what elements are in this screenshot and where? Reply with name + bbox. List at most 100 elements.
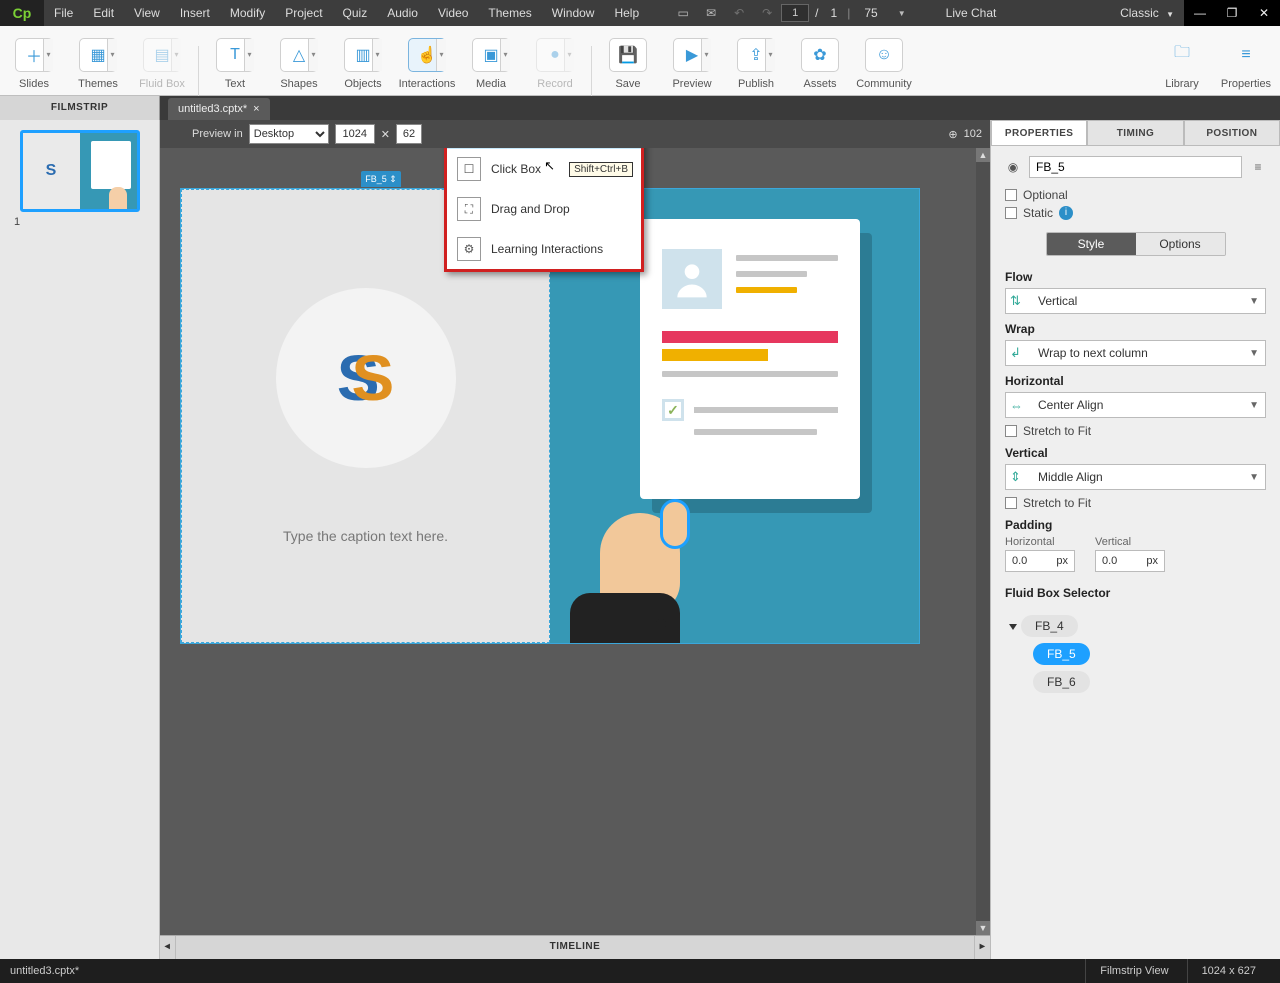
save-button[interactable]: 💾Save <box>596 26 660 96</box>
library-button[interactable]: 🗀Library <box>1150 26 1214 96</box>
zoom-dropdown-icon[interactable]: ▼ <box>888 9 916 18</box>
dropdown-item-label: Learning Interactions <box>491 242 603 256</box>
object-name-input[interactable] <box>1029 156 1242 178</box>
menu-audio[interactable]: Audio <box>377 0 428 26</box>
tab-close-icon[interactable]: × <box>253 103 259 115</box>
menu-modify[interactable]: Modify <box>220 0 275 26</box>
community-button[interactable]: ☺ Community <box>852 26 916 96</box>
fluidbox-button[interactable]: ▤▾Fluid Box <box>130 26 194 96</box>
zoom-value[interactable]: 75 <box>854 0 887 26</box>
canvas-width-input[interactable] <box>335 124 375 144</box>
assets-button[interactable]: ✿Assets <box>788 26 852 96</box>
community-label: Community <box>856 78 912 90</box>
properties-button[interactable]: ≡Properties <box>1214 26 1278 96</box>
fb-node-fb6[interactable]: FB_6 <box>1033 671 1090 693</box>
filmstrip-header: FILMSTRIP <box>0 96 160 120</box>
ruler-indicator-icon: ⊕ <box>948 128 957 141</box>
tab-properties[interactable]: PROPERTIES <box>991 120 1087 146</box>
preview-mode-select[interactable]: Desktop <box>249 124 329 144</box>
undo-icon[interactable]: ↶ <box>725 6 753 20</box>
themes-button[interactable]: ▦▾Themes <box>66 26 130 96</box>
interactions-button[interactable]: ☝▾Interactions <box>395 26 459 96</box>
library-icon: 🗀 <box>1163 38 1201 72</box>
publish-label: Publish <box>738 78 774 90</box>
window-close-icon[interactable]: ✕ <box>1248 0 1280 26</box>
dropdown-item-label: Drag and Drop <box>491 202 570 216</box>
flow-select[interactable]: ⇅Vertical▼ <box>1005 288 1266 314</box>
menu-edit[interactable]: Edit <box>83 0 124 26</box>
tree-expand-icon[interactable] <box>1009 624 1017 630</box>
panel-menu-icon[interactable]: ≡ <box>1250 160 1266 174</box>
menu-help[interactable]: Help <box>604 0 649 26</box>
fb-node-fb5[interactable]: FB_5 <box>1033 643 1090 665</box>
pad-v-label: Vertical <box>1095 536 1165 548</box>
scroll-left-icon[interactable]: ◂ <box>160 936 176 959</box>
dropdown-item-learning[interactable]: ⚙Learning Interactions <box>447 229 641 269</box>
page-total: 1 <box>825 0 844 26</box>
slides-button[interactable]: ＋▾Slides <box>2 26 66 96</box>
dropdown-item-clickbox[interactable]: ☐Click BoxShift+Ctrl+B <box>447 149 641 189</box>
menu-insert[interactable]: Insert <box>170 0 220 26</box>
tab-position[interactable]: POSITION <box>1184 120 1280 146</box>
themes-icon: ▦▾ <box>79 38 117 72</box>
text-label: Text <box>225 78 245 90</box>
interactions-dropdown: BButton☐Click BoxShift+Ctrl+B⛶Drag and D… <box>444 148 644 272</box>
menu-video[interactable]: Video <box>428 0 478 26</box>
menu-view[interactable]: View <box>124 0 170 26</box>
menu-window[interactable]: Window <box>542 0 605 26</box>
media-button[interactable]: ▣▾Media <box>459 26 523 96</box>
horizontal-select[interactable]: ⇔Center Align▼ <box>1005 392 1266 418</box>
stretch-h-checkbox[interactable]: Stretch to Fit <box>1005 424 1266 438</box>
slide-number: 1 <box>14 216 153 228</box>
info-icon[interactable]: i <box>1059 206 1073 220</box>
objects-button[interactable]: ▥▾Objects <box>331 26 395 96</box>
wrap-select[interactable]: ↲Wrap to next column▼ <box>1005 340 1266 366</box>
canvas-height-input[interactable] <box>396 124 422 144</box>
fluidbox-badge[interactable]: FB_5 ⇕ <box>361 171 401 187</box>
media-label: Media <box>476 78 506 90</box>
workspace-selector[interactable]: Classic ▼ <box>1110 0 1184 26</box>
align-middle-icon: ⇕ <box>1010 469 1032 485</box>
shapes-button[interactable]: △▾Shapes <box>267 26 331 96</box>
document-tab[interactable]: untitled3.cptx* × <box>168 98 270 120</box>
publish-button[interactable]: ⇪▾Publish <box>724 26 788 96</box>
draganddrop-icon: ⛶ <box>457 197 481 221</box>
slide-thumbnail-1[interactable]: S <box>20 130 140 212</box>
recent-icon[interactable]: ▭ <box>669 6 697 20</box>
vertical-scrollbar[interactable]: ▲ ▼ <box>976 148 990 935</box>
menu-quiz[interactable]: Quiz <box>333 0 378 26</box>
optional-checkbox[interactable]: Optional <box>1005 188 1266 202</box>
properties-label: Properties <box>1221 78 1271 90</box>
fb-node-fb4[interactable]: FB_4 <box>1021 615 1078 637</box>
window-maximize-icon[interactable]: ❐ <box>1216 0 1248 26</box>
static-checkbox[interactable]: Statici <box>1005 206 1266 220</box>
live-chat-link[interactable]: Live Chat <box>936 0 1007 26</box>
timeline-panel-header[interactable]: ◂ TIMELINE ▸ <box>160 935 990 959</box>
vertical-select[interactable]: ⇕Middle Align▼ <box>1005 464 1266 490</box>
visibility-toggle-icon[interactable]: ◉ <box>1005 160 1021 174</box>
status-view: Filmstrip View <box>1085 959 1182 983</box>
mail-icon[interactable]: ✉ <box>697 6 725 20</box>
interactions-icon: ☝▾ <box>408 38 446 72</box>
tab-timing[interactable]: TIMING <box>1087 120 1183 146</box>
pad-v-input[interactable]: 0.0px <box>1095 550 1165 572</box>
community-icon: ☺ <box>865 38 903 72</box>
menu-themes[interactable]: Themes <box>478 0 541 26</box>
caption-placeholder[interactable]: Type the caption text here. <box>283 528 448 544</box>
options-subtab[interactable]: Options <box>1136 233 1225 255</box>
scroll-down-icon[interactable]: ▼ <box>976 921 990 935</box>
scroll-up-icon[interactable]: ▲ <box>976 148 990 162</box>
redo-icon[interactable]: ↷ <box>753 6 781 20</box>
menu-project[interactable]: Project <box>275 0 332 26</box>
record-button[interactable]: ●▾Record <box>523 26 587 96</box>
scroll-right-icon[interactable]: ▸ <box>974 936 990 959</box>
page-current-input[interactable]: 1 <box>781 4 809 22</box>
pad-h-input[interactable]: 0.0px <box>1005 550 1075 572</box>
stretch-v-checkbox[interactable]: Stretch to Fit <box>1005 496 1266 510</box>
preview-button[interactable]: ▶▾Preview <box>660 26 724 96</box>
menu-file[interactable]: File <box>44 0 83 26</box>
dropdown-item-draganddrop[interactable]: ⛶ Drag and Drop <box>447 189 641 229</box>
text-button[interactable]: T▾Text <box>203 26 267 96</box>
style-subtab[interactable]: Style <box>1047 233 1136 255</box>
window-minimize-icon[interactable]: — <box>1184 0 1216 26</box>
